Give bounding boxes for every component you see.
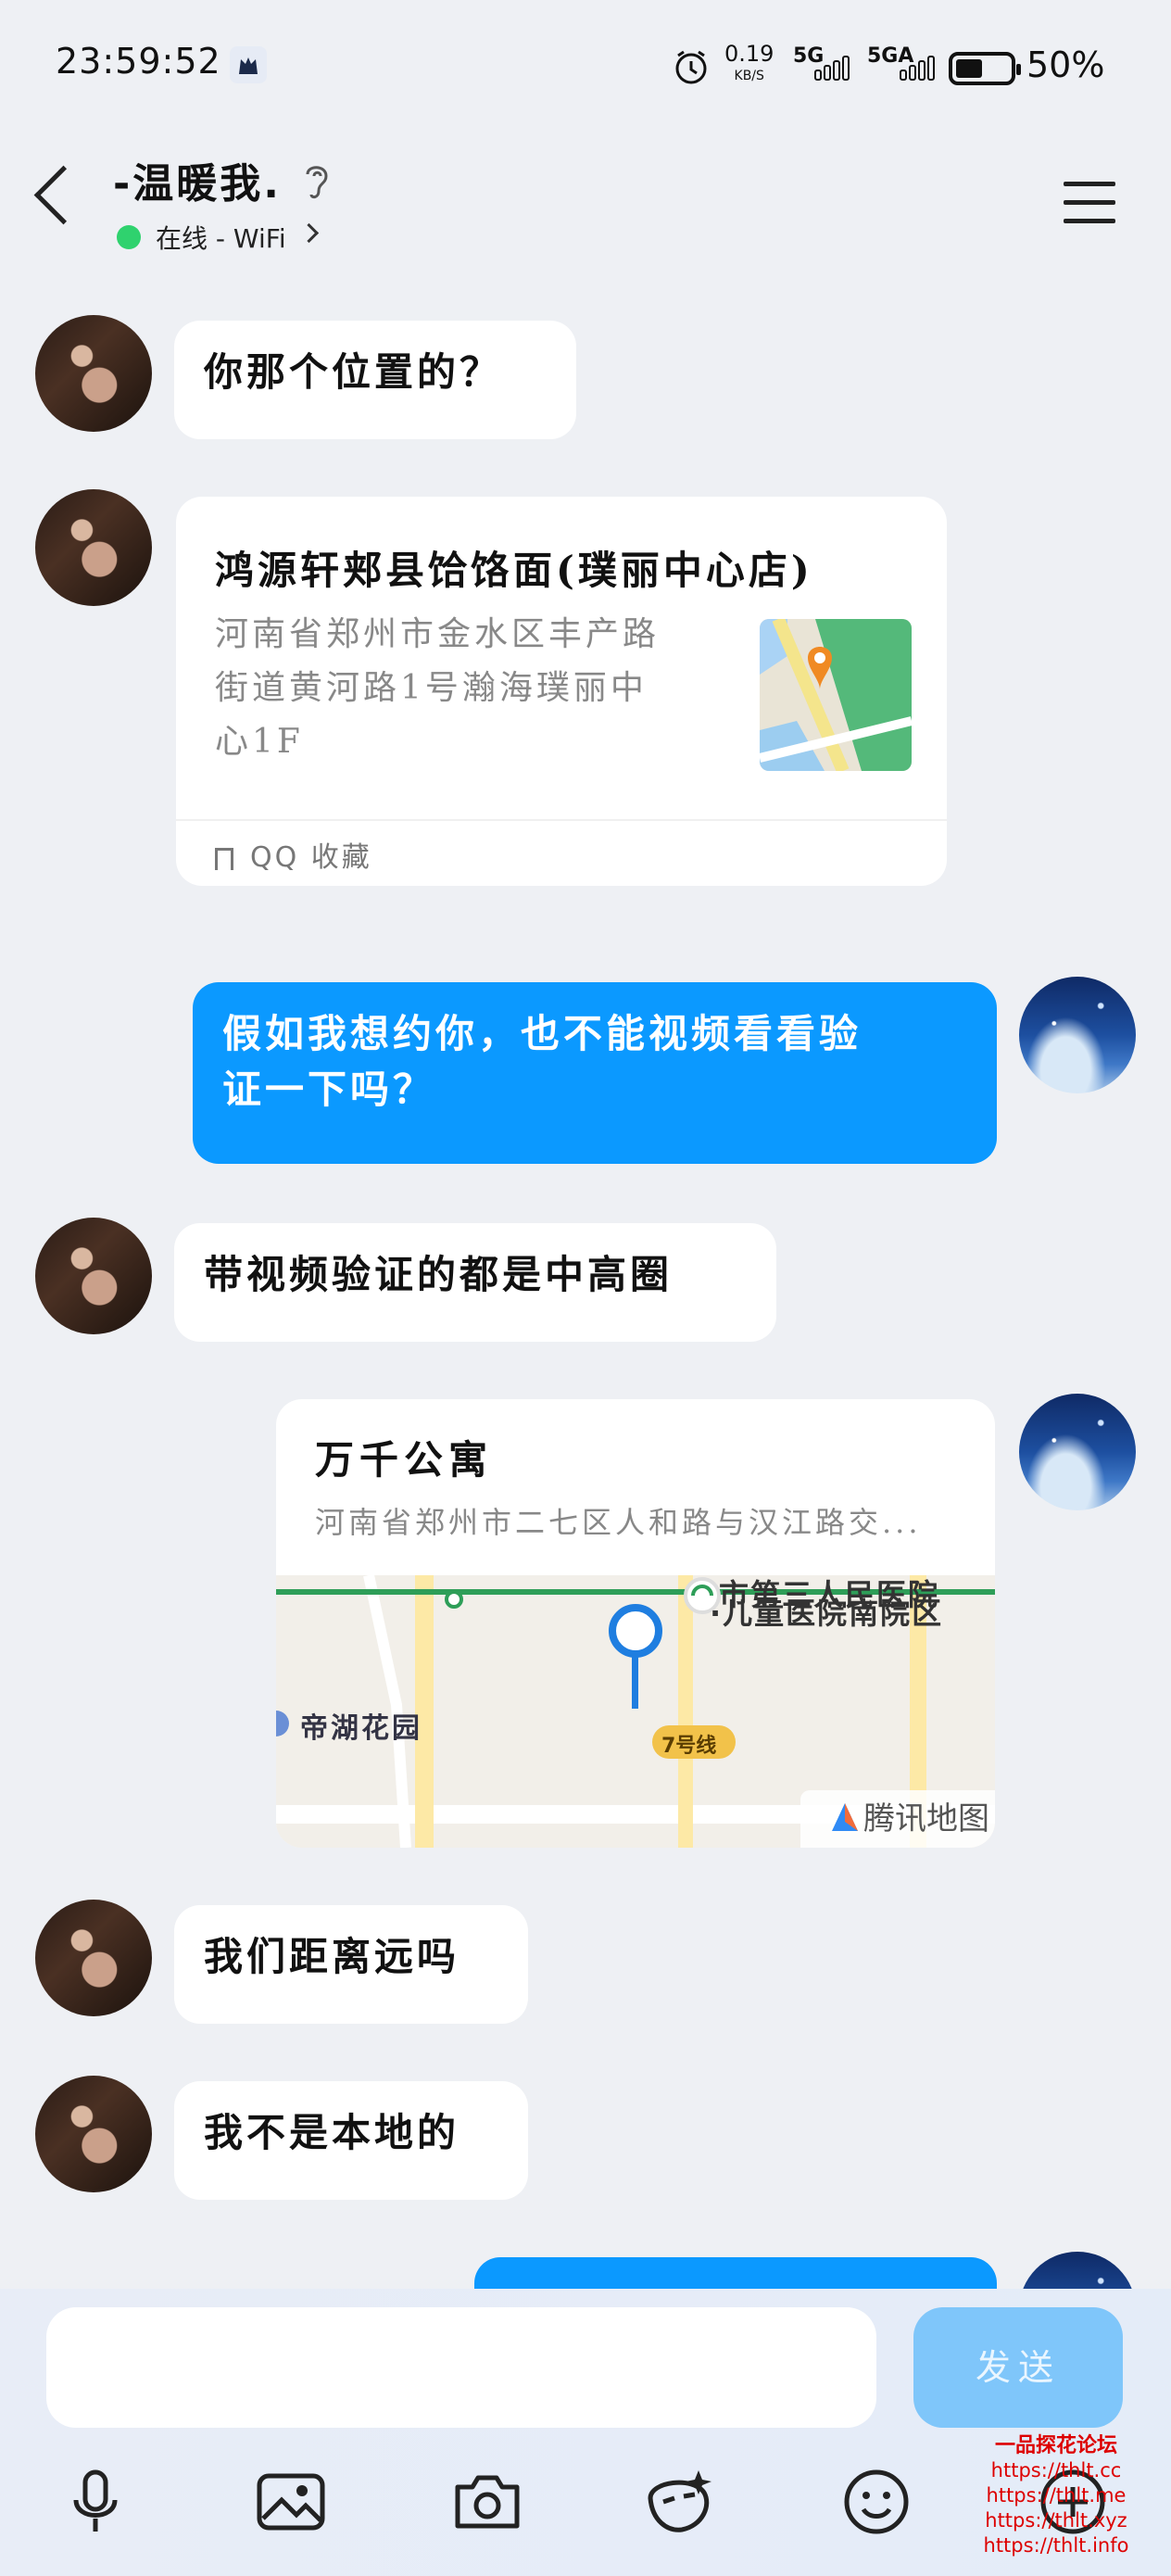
status-time: 23:59:52	[56, 41, 221, 82]
menu-button[interactable]	[1064, 182, 1115, 237]
sticker-icon[interactable]	[641, 2465, 715, 2539]
address-line: 河南省郑州市金水区丰产路	[215, 615, 661, 653]
watermark-url: https://thlt.me	[986, 2484, 1127, 2507]
message-line: 假如我想约你，也不能视频看看验	[222, 1011, 863, 1056]
battery-percent: 50%	[1026, 44, 1105, 85]
contact-name[interactable]: -温暖我.	[113, 150, 282, 209]
watermark-title: 一品探花论坛	[994, 2434, 1117, 2457]
map-provider-logo: 腾讯地图	[800, 1790, 995, 1848]
map-location-card[interactable]: 万千公寓 河南省郑州市二七区人和路与汉江路交... 市第三人民医院 ·儿童医院南…	[276, 1399, 995, 1848]
my-avatar[interactable]	[1019, 977, 1136, 1093]
microphone-icon[interactable]	[59, 2465, 133, 2539]
message-bubble[interactable]: 我们距离远吗	[174, 1905, 528, 2024]
bookmark-icon	[215, 848, 233, 870]
map-poi-garden: 帝湖花园	[300, 1712, 422, 1745]
back-button[interactable]	[33, 165, 94, 225]
address-line: 心1F	[215, 723, 304, 761]
ear-icon[interactable]	[298, 158, 335, 213]
watermark-url: https://thlt.cc	[990, 2459, 1122, 2481]
camera-icon[interactable]	[450, 2465, 524, 2539]
map-thumbnail	[760, 619, 912, 771]
map-title: 万千公寓	[315, 1437, 494, 1483]
send-button[interactable]: 发送	[913, 2307, 1123, 2428]
favorite-label: QQ 收藏	[250, 841, 372, 874]
message-bubble[interactable]: 你那个位置的？	[174, 321, 576, 439]
map-address: 河南省郑州市二七区人和路与汉江路交...	[315, 1505, 922, 1540]
chevron-right-icon[interactable]	[298, 222, 320, 244]
location-card[interactable]: 鸿源轩郏县饸饹面(璞丽中心店) 河南省郑州市金水区丰产路 街道黄河路1号瀚海璞丽…	[176, 497, 947, 886]
battery-icon	[949, 52, 1021, 85]
watermark: 一品探花论坛 https://thlt.cc https://thlt.me h…	[963, 2433, 1149, 2558]
signal-icon-1	[812, 54, 856, 85]
card-divider	[176, 819, 947, 821]
contact-avatar[interactable]	[35, 2076, 152, 2192]
favorite-source[interactable]: QQ 收藏	[215, 834, 372, 875]
net-speed-unit: KB/S	[734, 69, 764, 83]
app-notification-icon	[230, 46, 267, 83]
message-input[interactable]	[46, 2307, 876, 2428]
location-address: 河南省郑州市金水区丰产路 街道黄河路1号瀚海璞丽中 心1F	[215, 608, 706, 769]
contact-avatar[interactable]	[35, 1218, 152, 1334]
watermark-url: https://thlt.info	[983, 2534, 1129, 2557]
net-speed: 0.19 KB/S	[724, 43, 774, 87]
net-speed-value: 0.19	[724, 41, 774, 67]
contact-avatar[interactable]	[35, 315, 152, 432]
contact-avatar[interactable]	[35, 489, 152, 606]
tencent-map-icon	[832, 1803, 858, 1831]
image-icon[interactable]	[254, 2465, 328, 2539]
map-poi-hospital: ·儿童医院南院区	[710, 1596, 944, 1631]
signal-icon-2	[897, 54, 941, 85]
map-provider-name: 腾讯地图	[863, 1800, 989, 1837]
online-dot	[117, 225, 141, 249]
watermark-url: https://thlt.xyz	[985, 2509, 1127, 2532]
map-preview: 市第三人民医院 ·儿童医院南院区 帝湖花园 7号线 腾讯地图	[276, 1575, 995, 1848]
alarm-icon	[671, 46, 711, 91]
address-line: 街道黄河路1号瀚海璞丽中	[215, 669, 648, 707]
my-avatar[interactable]	[1019, 1394, 1136, 1510]
message-bubble[interactable]: 带视频验证的都是中高圈	[174, 1223, 776, 1342]
emoji-icon[interactable]	[839, 2465, 913, 2539]
metro-line-label: 7号线	[661, 1735, 717, 1758]
message-bubble[interactable]: 我不是本地的	[174, 2081, 528, 2200]
contact-avatar[interactable]	[35, 1900, 152, 2016]
message-bubble-sent[interactable]: 假如我想约你，也不能视频看看验 证一下吗？	[193, 982, 997, 1164]
online-status[interactable]: 在线 - WiFi	[156, 219, 286, 256]
location-title: 鸿源轩郏县饸饹面(璞丽中心店)	[215, 548, 813, 593]
message-line: 证一下吗？	[222, 1067, 436, 1112]
